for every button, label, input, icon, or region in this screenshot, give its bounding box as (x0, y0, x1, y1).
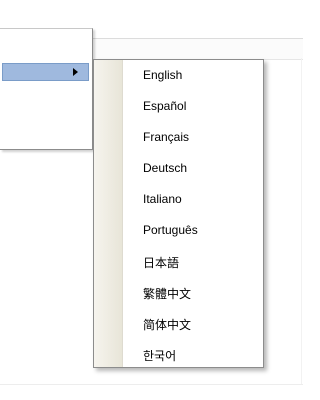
language-menu-item[interactable] (2, 63, 89, 81)
menu-item-francais[interactable]: Français (94, 127, 263, 149)
menu-item-label: 한국어 (143, 349, 177, 363)
menu-item-deutsch[interactable]: Deutsch (94, 158, 263, 180)
menu-item-espanol[interactable]: Español (94, 96, 263, 118)
bottom-divider (0, 384, 303, 385)
menu-item-label: Español (143, 99, 187, 113)
menu-item-korean[interactable]: 한국어 (94, 344, 263, 366)
menu-item-portugues[interactable]: Português (94, 220, 263, 242)
menu-item-english[interactable]: English (94, 65, 263, 87)
language-submenu: English Español Français Deutsch Italian… (93, 59, 264, 368)
menu-item-traditional-chinese[interactable]: 繁體中文 (94, 282, 263, 304)
menu-item-label: Italiano (143, 192, 182, 206)
menu-item-simplified-chinese[interactable]: 简体中文 (94, 313, 263, 335)
menu-item-label: Deutsch (143, 161, 188, 175)
menu-item-japanese[interactable]: 日本語 (94, 251, 263, 273)
menu-item-label: Português (143, 223, 198, 237)
submenu-arrow-icon (73, 68, 78, 76)
menu-item-label: 日本語 (143, 256, 180, 270)
menu-item-italiano[interactable]: Italiano (94, 189, 263, 211)
menu-item-label: 繁體中文 (143, 287, 192, 301)
menu-item-label: English (143, 68, 183, 82)
menu-item-label: 简体中文 (143, 318, 192, 332)
menu-item-label: Français (143, 130, 190, 144)
right-edge-divider (301, 58, 302, 384)
parent-menu (0, 28, 93, 150)
